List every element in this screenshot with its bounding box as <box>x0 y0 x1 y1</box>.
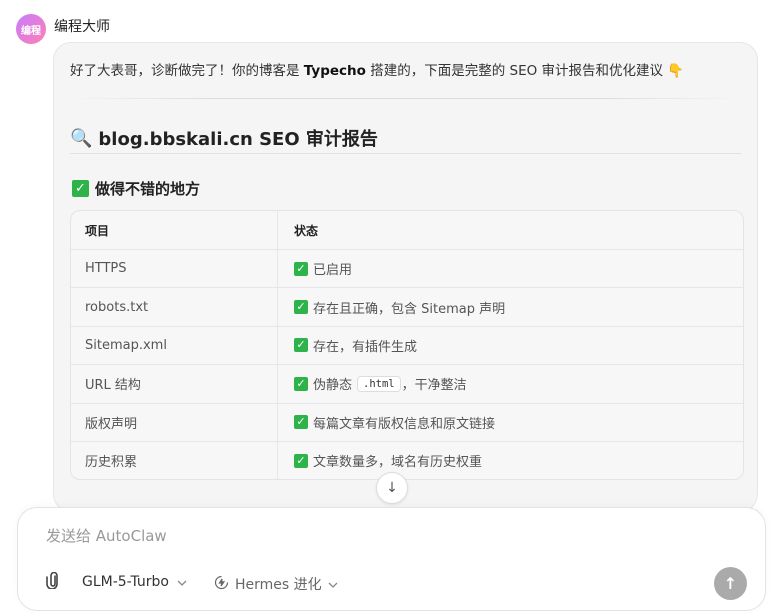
magnifier-icon: 🔍 <box>70 127 93 149</box>
check-icon: ✓ <box>294 338 308 353</box>
status-text-end: ，干净整洁 <box>401 378 467 394</box>
table-cell-status: ✓ 存在且正确，包含 Sitemap 声明 <box>278 288 743 325</box>
bolt-circle-icon <box>214 575 229 594</box>
check-icon: ✓ <box>294 415 308 430</box>
mode-selector[interactable]: Hermes 进化 <box>214 574 338 594</box>
status-text: 存在且正确，包含 Sitemap 声明 <box>313 301 506 317</box>
table-row: Sitemap.xml ✓ 存在，有插件生成 <box>71 325 743 365</box>
status-text: 文章数量多，域名有历史权重 <box>313 455 483 471</box>
table-cell-status: ✓ 伪静态 .html ，干净整洁 <box>278 365 743 402</box>
divider <box>70 98 741 99</box>
arrow-up-icon: ↑ <box>723 574 738 593</box>
status-text: 每篇文章有版权信息和原文链接 <box>313 416 496 432</box>
model-label: GLM-5-Turbo <box>82 574 169 590</box>
message-bubble: 好了大表哥，诊断做完了！你的博客是 Typecho 搭建的，下面是完整的 SEO… <box>53 42 758 512</box>
table-cell-item: robots.txt <box>71 288 278 326</box>
status-text: 伪静态 <box>313 378 353 394</box>
section-title: ✓ 做得不错的地方 <box>72 178 200 199</box>
table-row: 版权声明 ✓ 每篇文章有版权信息和原文链接 <box>71 402 743 441</box>
arrow-down-icon: ↓ <box>386 480 398 496</box>
section-title-text: 做得不错的地方 <box>95 180 201 198</box>
table-cell-item: URL 结构 <box>71 365 278 403</box>
table-row: 历史积累 ✓ 文章数量多，域名有历史权重 <box>71 440 743 480</box>
report-title-text: blog.bbskali.cn SEO 审计报告 <box>98 129 378 150</box>
chevron-down-icon <box>177 576 187 589</box>
check-icon: ✓ <box>294 376 308 391</box>
table-header-status: 状态 <box>294 223 319 238</box>
chevron-down-icon <box>328 578 338 591</box>
mode-label: Hermes 进化 <box>235 577 322 593</box>
assistant-avatar: 编程 <box>16 14 46 44</box>
audit-table: 项目 状态 HTTPS ✓ 已启用 robots.txt ✓ 存在且正确，包含 Si… <box>70 210 744 481</box>
table-cell-item: 历史积累 <box>71 441 278 480</box>
status-text: 存在，有插件生成 <box>313 339 418 355</box>
table-cell-status: ✓ 已启用 <box>278 250 743 287</box>
scroll-to-bottom-button[interactable]: ↓ <box>376 472 408 504</box>
model-selector[interactable]: GLM-5-Turbo <box>82 574 187 590</box>
title-divider <box>70 153 741 154</box>
intro-text-end: 搭建的，下面是完整的 SEO 审计报告和优化建议 👇 <box>365 63 685 79</box>
intro-text: 好了大表哥，诊断做完了！你的博客是 <box>70 63 304 79</box>
send-button[interactable]: ↑ <box>714 567 747 600</box>
table-cell-status: ✓ 文章数量多，域名有历史权重 <box>278 442 743 479</box>
table-row: robots.txt ✓ 存在且正确，包含 Sitemap 声明 <box>71 287 743 326</box>
paperclip-icon[interactable] <box>46 571 60 593</box>
report-title: 🔍 blog.bbskali.cn SEO 审计报告 <box>70 125 378 151</box>
table-row: HTTPS ✓ 已启用 <box>71 249 743 288</box>
table-cell-item: HTTPS <box>71 250 278 288</box>
table-cell-item: 版权声明 <box>71 403 278 441</box>
intro-bold-text: Typecho <box>303 63 366 79</box>
message-intro: 好了大表哥，诊断做完了！你的博客是 Typecho 搭建的，下面是完整的 SEO… <box>70 59 684 79</box>
table-cell-status: ✓ 每篇文章有版权信息和原文链接 <box>278 404 743 441</box>
check-icon: ✓ <box>294 261 308 276</box>
check-icon: ✓ <box>294 300 308 315</box>
check-icon: ✓ <box>72 180 89 197</box>
table-header-item: 项目 <box>71 211 278 249</box>
message-input[interactable] <box>44 526 688 546</box>
table-cell-item: Sitemap.xml <box>71 326 278 365</box>
table-row: URL 结构 ✓ 伪静态 .html ，干净整洁 <box>71 364 743 403</box>
inline-code: .html <box>357 375 401 392</box>
message-composer: GLM-5-Turbo Hermes 进化 ↑ <box>17 507 766 611</box>
table-header-row: 项目 状态 <box>71 211 743 249</box>
status-text: 已启用 <box>313 263 353 279</box>
check-icon: ✓ <box>294 453 308 468</box>
table-cell-status: ✓ 存在，有插件生成 <box>278 327 743 364</box>
assistant-name: 编程大师 <box>54 19 110 35</box>
